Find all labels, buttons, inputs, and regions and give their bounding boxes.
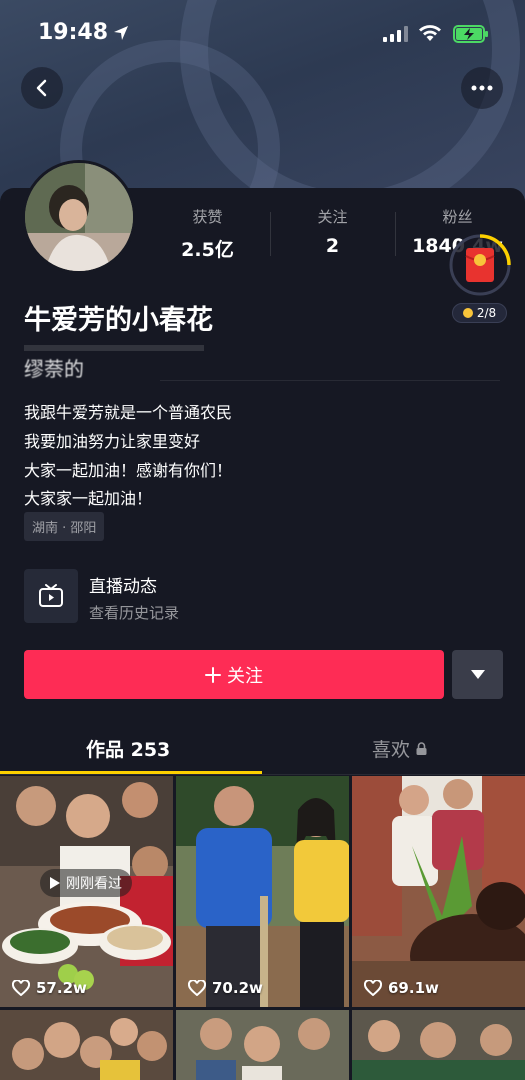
bio-line: 大家家一起加油！ <box>24 489 153 508</box>
stat-likes[interactable]: 获赞 2.5亿 <box>145 206 270 262</box>
video-cover <box>176 1010 349 1080</box>
tv-play-icon <box>39 584 63 607</box>
divider <box>160 380 500 381</box>
follow-button[interactable]: 关注 <box>24 650 444 699</box>
video-thumbnail[interactable] <box>352 1010 525 1080</box>
heart-icon <box>364 980 382 996</box>
status-time: 19:48 <box>38 20 109 45</box>
video-thumbnail[interactable]: 70.2w <box>176 776 349 1007</box>
tab-likes[interactable]: 喜欢 <box>372 735 427 762</box>
like-count: 69.1w <box>388 979 439 997</box>
like-count: 70.2w <box>212 979 263 997</box>
video-cover <box>352 776 525 1007</box>
red-packet-progress: 2/8 <box>476 306 497 320</box>
stat-value: 2.5亿 <box>181 239 234 261</box>
caret-down-icon <box>470 670 485 679</box>
bio-line: 我要加油努力让家里变好 <box>24 432 201 451</box>
recommend-dropdown-button[interactable] <box>452 650 503 699</box>
stat-label: 获赞 <box>192 208 223 226</box>
tab-likes-label: 喜欢 <box>372 739 411 761</box>
chevron-left-icon <box>36 79 47 97</box>
tab-divider <box>0 774 525 775</box>
coin-icon <box>462 308 473 318</box>
stat-value: 2 <box>325 235 340 257</box>
live-history-subtitle: 查看历史记录 <box>89 604 180 622</box>
tab-works[interactable]: 作品 253 <box>86 735 170 762</box>
bio-line: 我跟牛爱芳就是一个普通农民 <box>24 403 233 422</box>
stat-label: 粉丝 <box>442 208 473 226</box>
lock-icon <box>416 742 427 755</box>
heart-icon <box>188 980 206 996</box>
nickname: 牛爱芳的小春花 <box>24 305 213 336</box>
video-cover <box>176 776 349 1007</box>
battery-charging-icon <box>453 25 488 43</box>
video-thumbnail[interactable]: 刚刚看过 57.2w <box>0 776 173 1007</box>
status-bar: 19:48 <box>0 0 525 70</box>
video-like-count: 57.2w <box>12 979 87 997</box>
avatar-photo <box>25 163 133 271</box>
bio-line: 大家一起加油！感谢有你们！ <box>24 461 233 480</box>
follow-label: 关注 <box>227 665 263 687</box>
red-packet-widget[interactable] <box>447 232 513 298</box>
video-thumbnail[interactable] <box>176 1010 349 1080</box>
video-cover <box>0 1010 173 1080</box>
avatar[interactable] <box>22 160 136 274</box>
stat-label: 关注 <box>317 208 348 226</box>
signal-icon <box>383 26 408 42</box>
live-history-title[interactable]: 直播动态 <box>89 572 157 597</box>
video-thumbnail[interactable] <box>0 1010 173 1080</box>
recently-viewed-badge: 刚刚看过 <box>40 869 132 897</box>
like-count: 57.2w <box>36 979 87 997</box>
stat-following[interactable]: 关注 2 <box>270 206 395 257</box>
wifi-icon <box>419 25 441 41</box>
location-tag[interactable]: 湖南 · 邵阳 <box>24 512 105 541</box>
back-button[interactable] <box>21 67 63 109</box>
video-like-count: 69.1w <box>364 979 439 997</box>
obscured-text: 缪萘的 <box>24 357 84 381</box>
redacted-bar <box>24 345 204 351</box>
video-like-count: 70.2w <box>188 979 263 997</box>
ellipsis-icon <box>471 85 493 91</box>
more-options-button[interactable] <box>461 67 503 109</box>
heart-icon <box>12 980 30 996</box>
video-thumbnail[interactable]: 69.1w <box>352 776 525 1007</box>
plus-icon <box>205 666 221 683</box>
red-packet-progress-badge: 2/8 <box>452 303 507 323</box>
play-icon <box>50 877 60 889</box>
red-packet-icon <box>449 234 511 296</box>
recently-viewed-label: 刚刚看过 <box>66 876 122 892</box>
location-arrow-icon <box>114 26 128 40</box>
video-cover <box>352 1010 525 1080</box>
live-history-button[interactable] <box>24 569 78 623</box>
